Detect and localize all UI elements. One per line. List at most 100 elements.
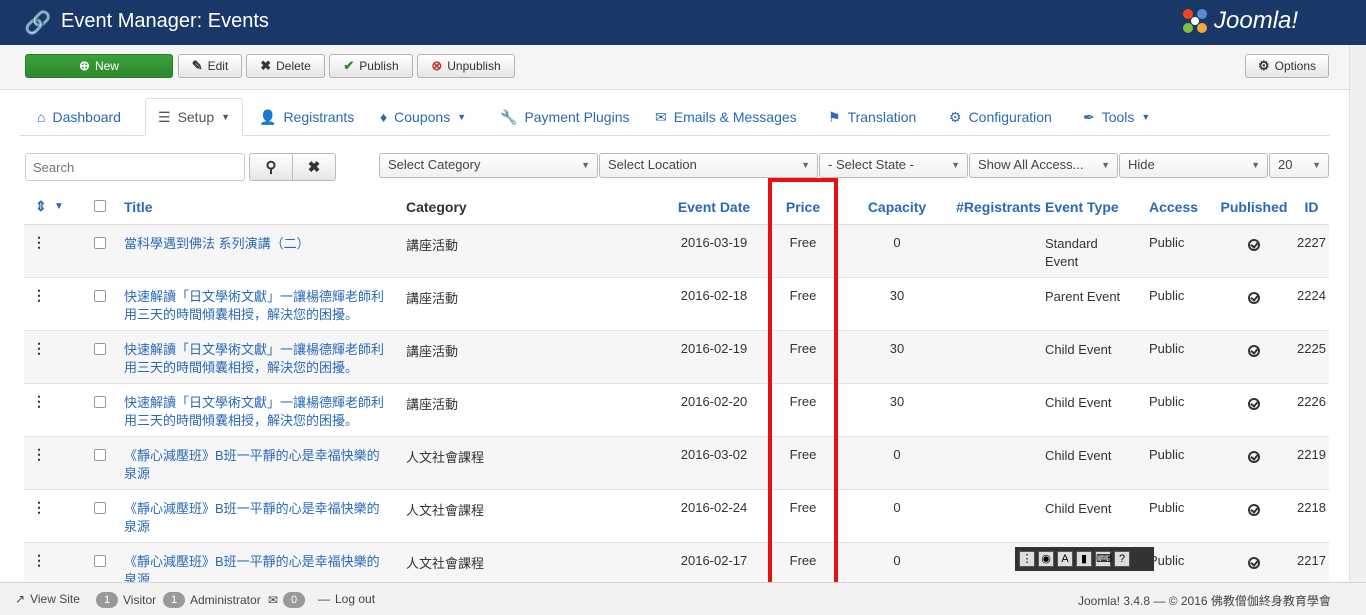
tab-translation[interactable]: ⚑ Translation xyxy=(828,98,916,136)
event-category: 人文社會課程 xyxy=(406,436,664,490)
ime-icon[interactable]: ◉ xyxy=(1038,551,1054,567)
event-category: 人文社會課程 xyxy=(406,489,664,543)
event-title-link[interactable]: 《靜心減壓班》B班一平靜的心是幸福快樂的泉源 xyxy=(124,489,406,543)
edit-button[interactable]: ✎ Edit xyxy=(178,54,242,78)
x-icon: ✖ xyxy=(260,58,272,73)
keyboard-icon[interactable]: ⌨ xyxy=(1095,551,1112,567)
published-toggle-icon[interactable] xyxy=(1214,330,1294,384)
tab-label: Translation xyxy=(847,109,917,125)
view-site-link[interactable]: ↗ View Site xyxy=(15,592,80,606)
published-toggle-icon[interactable] xyxy=(1214,383,1294,437)
logout-link[interactable]: — Log out xyxy=(318,592,375,606)
event-title-link[interactable]: 快速解讀「日文學術文獻」一讓楊德輝老師利用三天的時間傾囊相授，解決您的困擾。 xyxy=(124,383,406,437)
select-value: 20 xyxy=(1278,157,1293,172)
font-icon[interactable]: A xyxy=(1057,551,1073,567)
search-button[interactable]: ⚲ xyxy=(249,153,293,181)
edit-icon: ✎ xyxy=(191,58,203,73)
minus-icon: — xyxy=(318,592,330,606)
select-all-checkbox[interactable] xyxy=(94,190,124,225)
options-label: Options xyxy=(1274,59,1316,73)
published-toggle-icon[interactable] xyxy=(1214,436,1294,490)
col-capacity[interactable]: Capacity xyxy=(842,190,952,225)
tab-label: Coupons xyxy=(394,109,451,125)
gear-icon: ⚙ xyxy=(949,108,962,125)
chevron-down-icon: ▼ xyxy=(1312,160,1321,170)
event-registrants xyxy=(952,277,1045,331)
view-site-label: View Site xyxy=(30,592,80,606)
sort-direction-icon[interactable]: ▼ xyxy=(54,190,94,225)
event-access: Public xyxy=(1149,224,1214,278)
col-published[interactable]: Published xyxy=(1214,190,1294,225)
event-category: 講座活動 xyxy=(406,277,664,331)
col-id[interactable]: ID xyxy=(1294,190,1329,225)
category-select[interactable]: Select Category ▼ xyxy=(379,153,598,178)
col-event-date[interactable]: Event Date xyxy=(664,190,764,225)
published-toggle-icon[interactable] xyxy=(1214,224,1294,278)
row-spacer xyxy=(54,436,94,490)
drag-handle-icon[interactable]: ⋮ xyxy=(24,436,54,490)
row-checkbox[interactable] xyxy=(94,224,124,278)
floating-ime-toolbar[interactable]: ⋮ ◉ A ▮ ⌨ ? xyxy=(1015,547,1154,571)
tab-emails-messages[interactable]: ✉ Emails & Messages xyxy=(655,98,797,136)
event-date: 2016-02-19 xyxy=(664,330,764,384)
tab-dashboard[interactable]: ⌂ Dashboard xyxy=(37,98,121,136)
access-select[interactable]: Show All Access... ▼ xyxy=(969,153,1118,178)
location-select[interactable]: Select Location ▼ xyxy=(599,153,818,178)
clear-search-button[interactable]: ✖ xyxy=(292,153,336,181)
event-date: 2016-02-24 xyxy=(664,489,764,543)
new-button[interactable]: ⊕ New xyxy=(25,54,173,78)
tab-tools[interactable]: ✒ Tools ▼ xyxy=(1083,98,1150,136)
row-checkbox[interactable] xyxy=(94,489,124,543)
messages-link[interactable]: ✉ 0 xyxy=(268,592,306,608)
search-icon: ⚲ xyxy=(265,159,277,176)
drag-handle-icon[interactable]: ⋮ xyxy=(24,330,54,384)
col-registrants[interactable]: #Registrants xyxy=(952,190,1045,225)
tab-label: Payment Plugins xyxy=(524,109,630,125)
drag-handle-icon[interactable]: ⋮ xyxy=(24,277,54,331)
ordering-sort-icon[interactable]: ⇕ xyxy=(24,190,54,225)
drag-handle-icon[interactable]: ⋮ xyxy=(24,224,54,278)
row-spacer xyxy=(54,330,94,384)
delete-button[interactable]: ✖ Delete xyxy=(246,54,325,78)
header-bar: 🔗 Event Manager: Events Joomla! xyxy=(0,0,1366,45)
tab-setup[interactable]: ☰ Setup ▼ xyxy=(145,98,244,136)
event-title-link[interactable]: 《靜心減壓班》B班一平靜的心是幸福快樂的泉源 xyxy=(124,436,406,490)
vertical-scrollbar[interactable] xyxy=(1349,45,1366,582)
search-input[interactable] xyxy=(25,153,245,181)
limit-select[interactable]: 20 ▼ xyxy=(1269,153,1329,178)
user-icon: 👤 xyxy=(259,108,277,125)
event-type: Parent Event xyxy=(1045,277,1149,331)
unpublish-button[interactable]: ⊗ Unpublish xyxy=(417,54,515,78)
table-row: ⋮ 快速解讀「日文學術文獻」一讓楊德輝老師利用三天的時間傾囊相授，解決您的困擾。講… xyxy=(24,383,1329,437)
hide-select[interactable]: Hide ▼ xyxy=(1119,153,1268,178)
tab-coupons[interactable]: ♦ Coupons ▼ xyxy=(380,98,466,136)
event-registrants xyxy=(952,489,1045,543)
state-select[interactable]: - Select State - ▼ xyxy=(819,153,968,178)
help-icon[interactable]: ? xyxy=(1114,551,1130,567)
col-access[interactable]: Access xyxy=(1149,190,1214,225)
tab-payment-plugins[interactable]: 🔧 Payment Plugins xyxy=(500,98,630,136)
joomla-logo[interactable]: Joomla! xyxy=(1180,4,1330,38)
visitor-badge: 1 xyxy=(96,592,118,608)
tab-configuration[interactable]: ⚙ Configuration xyxy=(949,98,1052,136)
event-title-link[interactable]: 快速解讀「日文學術文獻」一讓楊德輝老師利用三天的時間傾囊相授，解決您的困擾。 xyxy=(124,277,406,331)
event-title-link[interactable]: 當科學遇到佛法 系列演講（二） xyxy=(124,224,406,278)
wrench-icon: 🔧 xyxy=(500,108,518,125)
row-checkbox[interactable] xyxy=(94,277,124,331)
tools-icon: ✒ xyxy=(1083,108,1095,125)
published-toggle-icon[interactable] xyxy=(1214,489,1294,543)
published-toggle-icon[interactable] xyxy=(1214,277,1294,331)
event-title-link[interactable]: 快速解讀「日文學術文獻」一讓楊德輝老師利用三天的時間傾囊相授，解決您的困擾。 xyxy=(124,330,406,384)
fullwidth-icon[interactable]: ▮ xyxy=(1076,551,1092,567)
tab-registrants[interactable]: 👤 Registrants xyxy=(259,98,354,136)
select-value: Hide xyxy=(1128,157,1155,172)
row-checkbox[interactable] xyxy=(94,330,124,384)
drag-handle-icon[interactable]: ⋮ xyxy=(24,383,54,437)
col-event-type[interactable]: Event Type xyxy=(1045,190,1149,225)
publish-button[interactable]: ✔ Publish xyxy=(329,54,413,78)
col-title[interactable]: Title xyxy=(124,190,406,225)
row-checkbox[interactable] xyxy=(94,383,124,437)
row-checkbox[interactable] xyxy=(94,436,124,490)
drag-handle-icon[interactable]: ⋮ xyxy=(24,489,54,543)
options-button[interactable]: ⚙ Options xyxy=(1245,54,1329,78)
